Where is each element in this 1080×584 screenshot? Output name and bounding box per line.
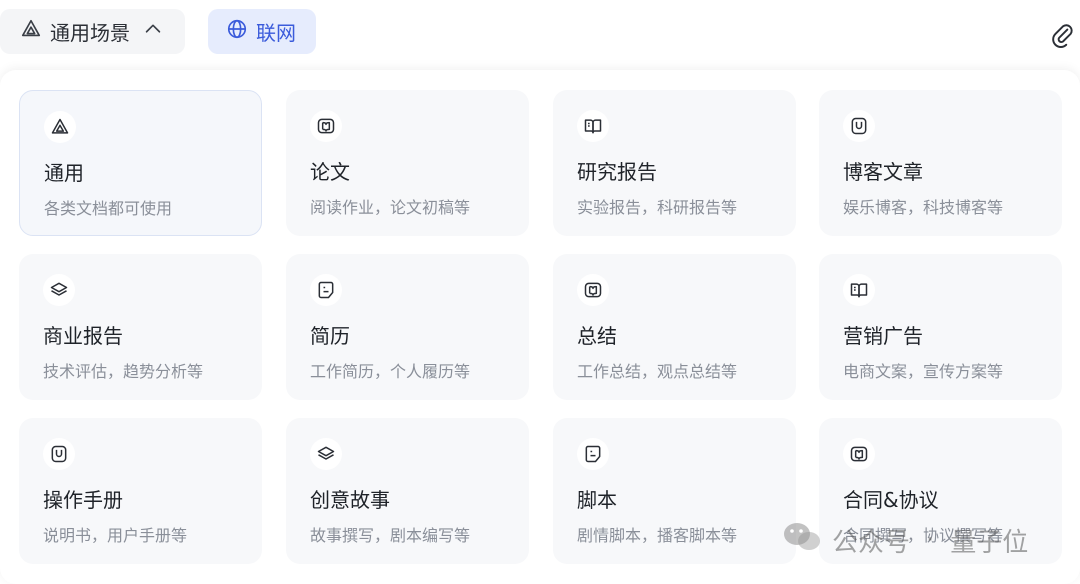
scene-card-description: 说明书，用户手册等 bbox=[43, 526, 188, 545]
note-icon bbox=[577, 438, 609, 470]
layers-icon bbox=[43, 274, 75, 306]
scene-card-description: 技术评估，趋势分析等 bbox=[43, 362, 204, 381]
scene-card-description: 实验报告，科研报告等 bbox=[577, 198, 738, 217]
paperclip-icon bbox=[1050, 24, 1076, 52]
scene-card-title: 通用 bbox=[44, 161, 84, 185]
scene-card-title: 营销广告 bbox=[843, 324, 923, 348]
scene-card-title: 创意故事 bbox=[310, 488, 390, 512]
scene-card[interactable]: 创意故事故事撰写，剧本编写等 bbox=[286, 418, 529, 564]
scene-card-title: 商业报告 bbox=[43, 324, 123, 348]
scene-dropdown-button[interactable]: 通用场景 bbox=[0, 9, 185, 54]
watermark: 公众号 · 量子位 bbox=[782, 522, 1028, 558]
scene-card-title: 总结 bbox=[577, 324, 617, 348]
triangle-icon bbox=[44, 111, 76, 143]
scene-card[interactable]: 操作手册说明书，用户手册等 bbox=[19, 418, 262, 564]
scene-card-description: 各类文档都可使用 bbox=[44, 199, 173, 218]
document-icon bbox=[843, 110, 875, 142]
book-icon bbox=[577, 274, 609, 306]
scene-card[interactable]: 研究报告实验报告，科研报告等 bbox=[553, 90, 796, 236]
scene-card-description: 阅读作业，论文初稿等 bbox=[310, 198, 471, 217]
scene-card-description: 娱乐博客，科技博客等 bbox=[843, 198, 1004, 217]
watermark-left-text: 公众号 bbox=[832, 527, 911, 558]
book-icon bbox=[310, 110, 342, 142]
scene-card[interactable]: 营销广告电商文案，宣传方案等 bbox=[819, 254, 1062, 400]
open-book-icon bbox=[843, 274, 875, 306]
wechat-logo-icon bbox=[782, 520, 822, 561]
scene-card-title: 论文 bbox=[310, 160, 350, 184]
globe-icon bbox=[226, 18, 248, 45]
toolbar: 通用场景 联网 bbox=[0, 0, 1080, 64]
note-icon bbox=[310, 274, 342, 306]
scene-card[interactable]: 论文阅读作业，论文初稿等 bbox=[286, 90, 529, 236]
scene-card-title: 合同&协议 bbox=[843, 488, 939, 512]
watermark-right-text: 量子位 bbox=[950, 527, 1029, 558]
scene-card[interactable]: 脚本剧情脚本，播客脚本等 bbox=[553, 418, 796, 564]
network-toggle-button[interactable]: 联网 bbox=[208, 9, 316, 54]
triangle-icon bbox=[20, 18, 42, 45]
scene-card-title: 操作手册 bbox=[43, 488, 123, 512]
book-icon bbox=[843, 438, 875, 470]
layers-icon bbox=[310, 438, 342, 470]
scene-card-title: 博客文章 bbox=[843, 160, 923, 184]
scene-card-description: 工作总结，观点总结等 bbox=[577, 362, 738, 381]
scene-card[interactable]: 简历工作简历，个人履历等 bbox=[286, 254, 529, 400]
scene-card[interactable]: 博客文章娱乐博客，科技博客等 bbox=[819, 90, 1062, 236]
scene-card-title: 简历 bbox=[310, 324, 350, 348]
scene-card-description: 剧情脚本，播客脚本等 bbox=[577, 526, 738, 545]
scene-card[interactable]: 总结工作总结，观点总结等 bbox=[553, 254, 796, 400]
scene-card-title: 研究报告 bbox=[577, 160, 657, 184]
scene-card-description: 电商文案，宣传方案等 bbox=[843, 362, 1004, 381]
attach-button[interactable] bbox=[1050, 22, 1076, 48]
watermark-separator: · bbox=[926, 525, 935, 555]
scene-card[interactable]: 通用各类文档都可使用 bbox=[19, 90, 262, 236]
scene-card-description: 工作简历，个人履历等 bbox=[310, 362, 471, 381]
scene-card-title: 脚本 bbox=[577, 488, 617, 512]
open-book-icon bbox=[577, 110, 609, 142]
scene-label: 通用场景 bbox=[50, 21, 130, 45]
chevron-up-icon bbox=[142, 18, 164, 45]
document-icon bbox=[43, 438, 75, 470]
network-label: 联网 bbox=[256, 21, 296, 45]
scene-card[interactable]: 商业报告技术评估，趋势分析等 bbox=[19, 254, 262, 400]
scene-picker-panel: 通用 各类文档都可使用 论文 阅读作业，论文初稿等 研究报告 实验报告，科研报告等 博客文章… bbox=[0, 70, 1080, 584]
scene-card-description: 故事撰写，剧本编写等 bbox=[310, 526, 471, 545]
